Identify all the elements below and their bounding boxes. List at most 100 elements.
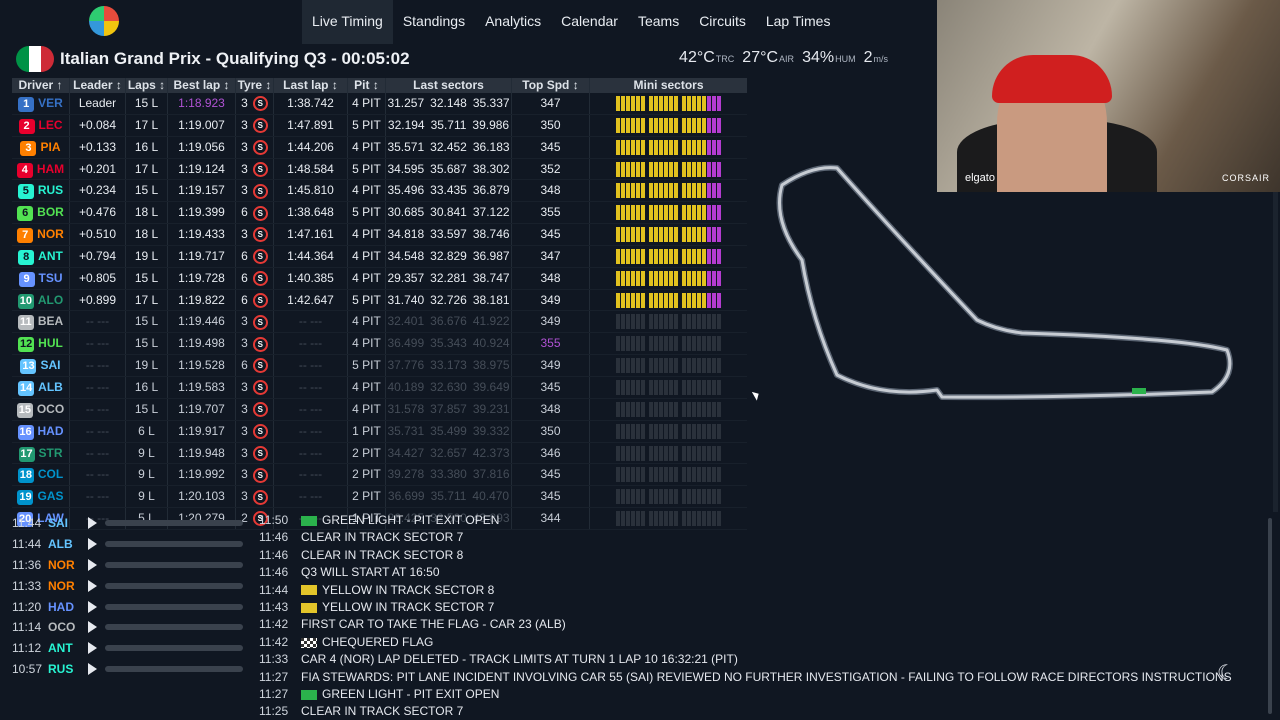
mini-sector-bar xyxy=(669,227,673,243)
nav-tab-analytics[interactable]: Analytics xyxy=(475,0,551,44)
driver-row[interactable]: 2 LEC +0.084 17 L 1:19.007 3 S 1:47.891 5 PIT 32.… xyxy=(12,114,747,137)
mini-sector-group xyxy=(682,379,721,395)
driver-row[interactable]: 17 STR -- --- 9 L 1:19.948 3 S -- --- 2 PIT 34.42… xyxy=(12,442,747,465)
driver-row[interactable]: 4 HAM +0.201 17 L 1:19.124 3 S 1:48.584 5 PIT 34.… xyxy=(12,158,747,181)
radio-progress[interactable] xyxy=(105,665,243,672)
soft-tyre-icon: S xyxy=(252,118,268,134)
message-text: FIA STEWARDS: PIT LANE INCIDENT INVOLVIN… xyxy=(301,669,1232,686)
sector-time: 33.597 xyxy=(430,227,467,242)
radio-progress[interactable] xyxy=(105,645,243,652)
column-header[interactable]: Last lap ↕ xyxy=(274,78,348,93)
nav-tab-teams[interactable]: Teams xyxy=(628,0,689,44)
nav-tab-standings[interactable]: Standings xyxy=(393,0,475,44)
play-icon[interactable] xyxy=(88,600,97,613)
mini-sector-bar xyxy=(692,489,696,505)
radio-progress[interactable] xyxy=(105,541,243,548)
play-icon[interactable] xyxy=(88,579,97,592)
play-icon[interactable] xyxy=(88,662,97,675)
mini-sector-bar xyxy=(621,423,625,439)
mini-sector-group xyxy=(649,292,678,308)
race-control-messages: 11:50 GREEN LIGHT - PIT EXIT OPEN 11:46 CLE… xyxy=(259,512,1259,720)
nav-tab-circuits[interactable]: Circuits xyxy=(689,0,756,44)
mini-sector-bar xyxy=(697,379,701,395)
soft-tyre-icon: S xyxy=(252,489,268,505)
timing-table-header: Driver ↑ Leader ↕ Laps ↕ Best lap ↕ Tyre ↕ La… xyxy=(12,78,747,93)
message-text: CHEQUERED FLAG xyxy=(301,634,433,651)
mini-sector-bar xyxy=(664,379,668,395)
driver-code: ANT xyxy=(38,248,63,263)
column-header[interactable]: Mini sectors xyxy=(590,78,747,93)
race-control-message: 11:46 CLEAR IN TRACK SECTOR 8 xyxy=(259,547,1259,564)
driver-row[interactable]: 18 COL -- --- 9 L 1:19.992 3 S -- --- 2 PIT 39.27… xyxy=(12,464,747,487)
mini-sector-bar xyxy=(674,467,678,483)
radio-progress[interactable] xyxy=(105,624,243,631)
driver-row[interactable]: 11 BEA -- --- 15 L 1:19.446 3 S -- --- 4 PIT 32.4… xyxy=(12,311,747,334)
column-header[interactable]: Leader ↕ xyxy=(70,78,126,93)
play-icon[interactable] xyxy=(88,558,97,571)
play-icon[interactable] xyxy=(88,642,97,655)
mini-sector-bar xyxy=(631,248,635,264)
column-header[interactable]: Laps ↕ xyxy=(126,78,168,93)
mini-sector-bar xyxy=(692,205,696,221)
column-header[interactable]: Tyre ↕ xyxy=(236,78,274,93)
driver-row[interactable]: 13 SAI -- --- 19 L 1:19.528 6 S -- --- 5 PIT 37.7… xyxy=(12,355,747,377)
column-header[interactable]: Top Spd ↕ xyxy=(512,78,590,93)
driver-row[interactable]: 9 TSU +0.805 15 L 1:19.728 6 S 1:40.385 4 PIT 29.… xyxy=(12,267,747,290)
mini-sector-bar xyxy=(712,227,716,243)
tyre-age: 3 xyxy=(241,401,248,416)
mini-sector-bar xyxy=(717,183,721,199)
nav-tab-calendar[interactable]: Calendar xyxy=(551,0,628,44)
column-header[interactable]: Pit ↕ xyxy=(348,78,386,93)
nav-tab-lap-times[interactable]: Lap Times xyxy=(756,0,841,44)
app-logo-icon[interactable] xyxy=(89,6,119,36)
driver-row[interactable]: 7 NOR +0.510 18 L 1:19.433 3 S 1:47.161 4 PIT 34.… xyxy=(12,224,747,246)
driver-code: GAS xyxy=(37,489,64,504)
column-header[interactable]: Driver ↑ xyxy=(12,78,70,93)
driver-row[interactable]: 5 RUS +0.234 15 L 1:19.157 3 S 1:45.810 4 PIT 35.… xyxy=(12,180,747,203)
sector-time: 32.401 xyxy=(387,314,425,329)
mini-sector-bar xyxy=(717,314,721,330)
mini-sector-bar xyxy=(641,292,645,308)
driver-row[interactable]: 3 PIA +0.133 16 L 1:19.056 3 S 1:44.206 4 PIT 35.… xyxy=(12,136,747,159)
play-icon[interactable] xyxy=(88,517,97,530)
driver-row[interactable]: 16 HAD -- --- 6 L 1:19.917 3 S -- --- 1 PIT 35.73… xyxy=(12,420,747,443)
column-header[interactable]: Last sectors xyxy=(386,78,512,93)
team-radio-item: 11:44 ALB xyxy=(12,534,252,555)
leader-gap: -- --- xyxy=(70,376,126,398)
radio-progress[interactable] xyxy=(105,603,243,610)
mini-sector-bar xyxy=(626,205,630,221)
play-icon[interactable] xyxy=(88,538,97,551)
radio-progress[interactable] xyxy=(105,582,243,589)
tyre-age: 3 xyxy=(241,489,248,504)
moon-icon[interactable]: ☾ xyxy=(1217,660,1235,685)
sector-time: 40.924 xyxy=(472,336,510,351)
mini-sector-bar xyxy=(702,489,706,505)
nav-tab-live-timing[interactable]: Live Timing xyxy=(302,0,393,44)
driver-row[interactable]: 1 VER Leader 15 L 1:18.923 3 S 1:38.742 4 PIT 31.… xyxy=(12,93,747,115)
driver-row[interactable]: 10 ALO +0.899 17 L 1:19.822 6 S 1:42.647 5 PIT 31… xyxy=(12,289,747,312)
driver-row[interactable]: 12 HUL -- --- 15 L 1:19.498 3 S -- --- 4 PIT 36.4… xyxy=(12,333,747,356)
column-header[interactable]: Best lap ↕ xyxy=(168,78,236,93)
radio-driver: ANT xyxy=(48,641,73,656)
page-scrollbar[interactable] xyxy=(1273,192,1278,512)
driver-row[interactable]: 15 OCO -- --- 15 L 1:19.707 3 S -- --- 4 PIT 31.5… xyxy=(12,398,747,421)
last-lap: 1:44.364 xyxy=(274,245,348,267)
mini-sector-bar xyxy=(712,445,716,461)
mini-sector-group xyxy=(649,117,678,133)
driver-row[interactable]: 14 ALB -- --- 16 L 1:19.583 3 S -- --- 4 PIT 40.1… xyxy=(12,376,747,399)
mini-sector-bar xyxy=(621,205,625,221)
track-outline xyxy=(776,164,1233,401)
mini-sectors xyxy=(590,93,747,114)
mini-sector-bar xyxy=(621,358,625,374)
best-lap: 1:19.707 xyxy=(168,398,236,420)
radio-progress[interactable] xyxy=(105,520,243,527)
driver-row[interactable]: 8 ANT +0.794 19 L 1:19.717 6 S 1:44.364 4 PIT 34.… xyxy=(12,245,747,268)
mini-sector-bar xyxy=(682,401,686,417)
play-icon[interactable] xyxy=(88,621,97,634)
mini-sector-group xyxy=(682,183,721,199)
race-control-scrollbar[interactable] xyxy=(1268,518,1272,714)
radio-progress[interactable] xyxy=(105,561,243,568)
driver-row[interactable]: 19 GAS -- --- 9 L 1:20.103 3 S -- --- 2 PIT 36.69… xyxy=(12,486,747,509)
driver-row[interactable]: 6 BOR +0.476 18 L 1:19.399 6 S 1:38.648 5 PIT 30.… xyxy=(12,202,747,225)
mini-sector-bar xyxy=(616,336,620,352)
